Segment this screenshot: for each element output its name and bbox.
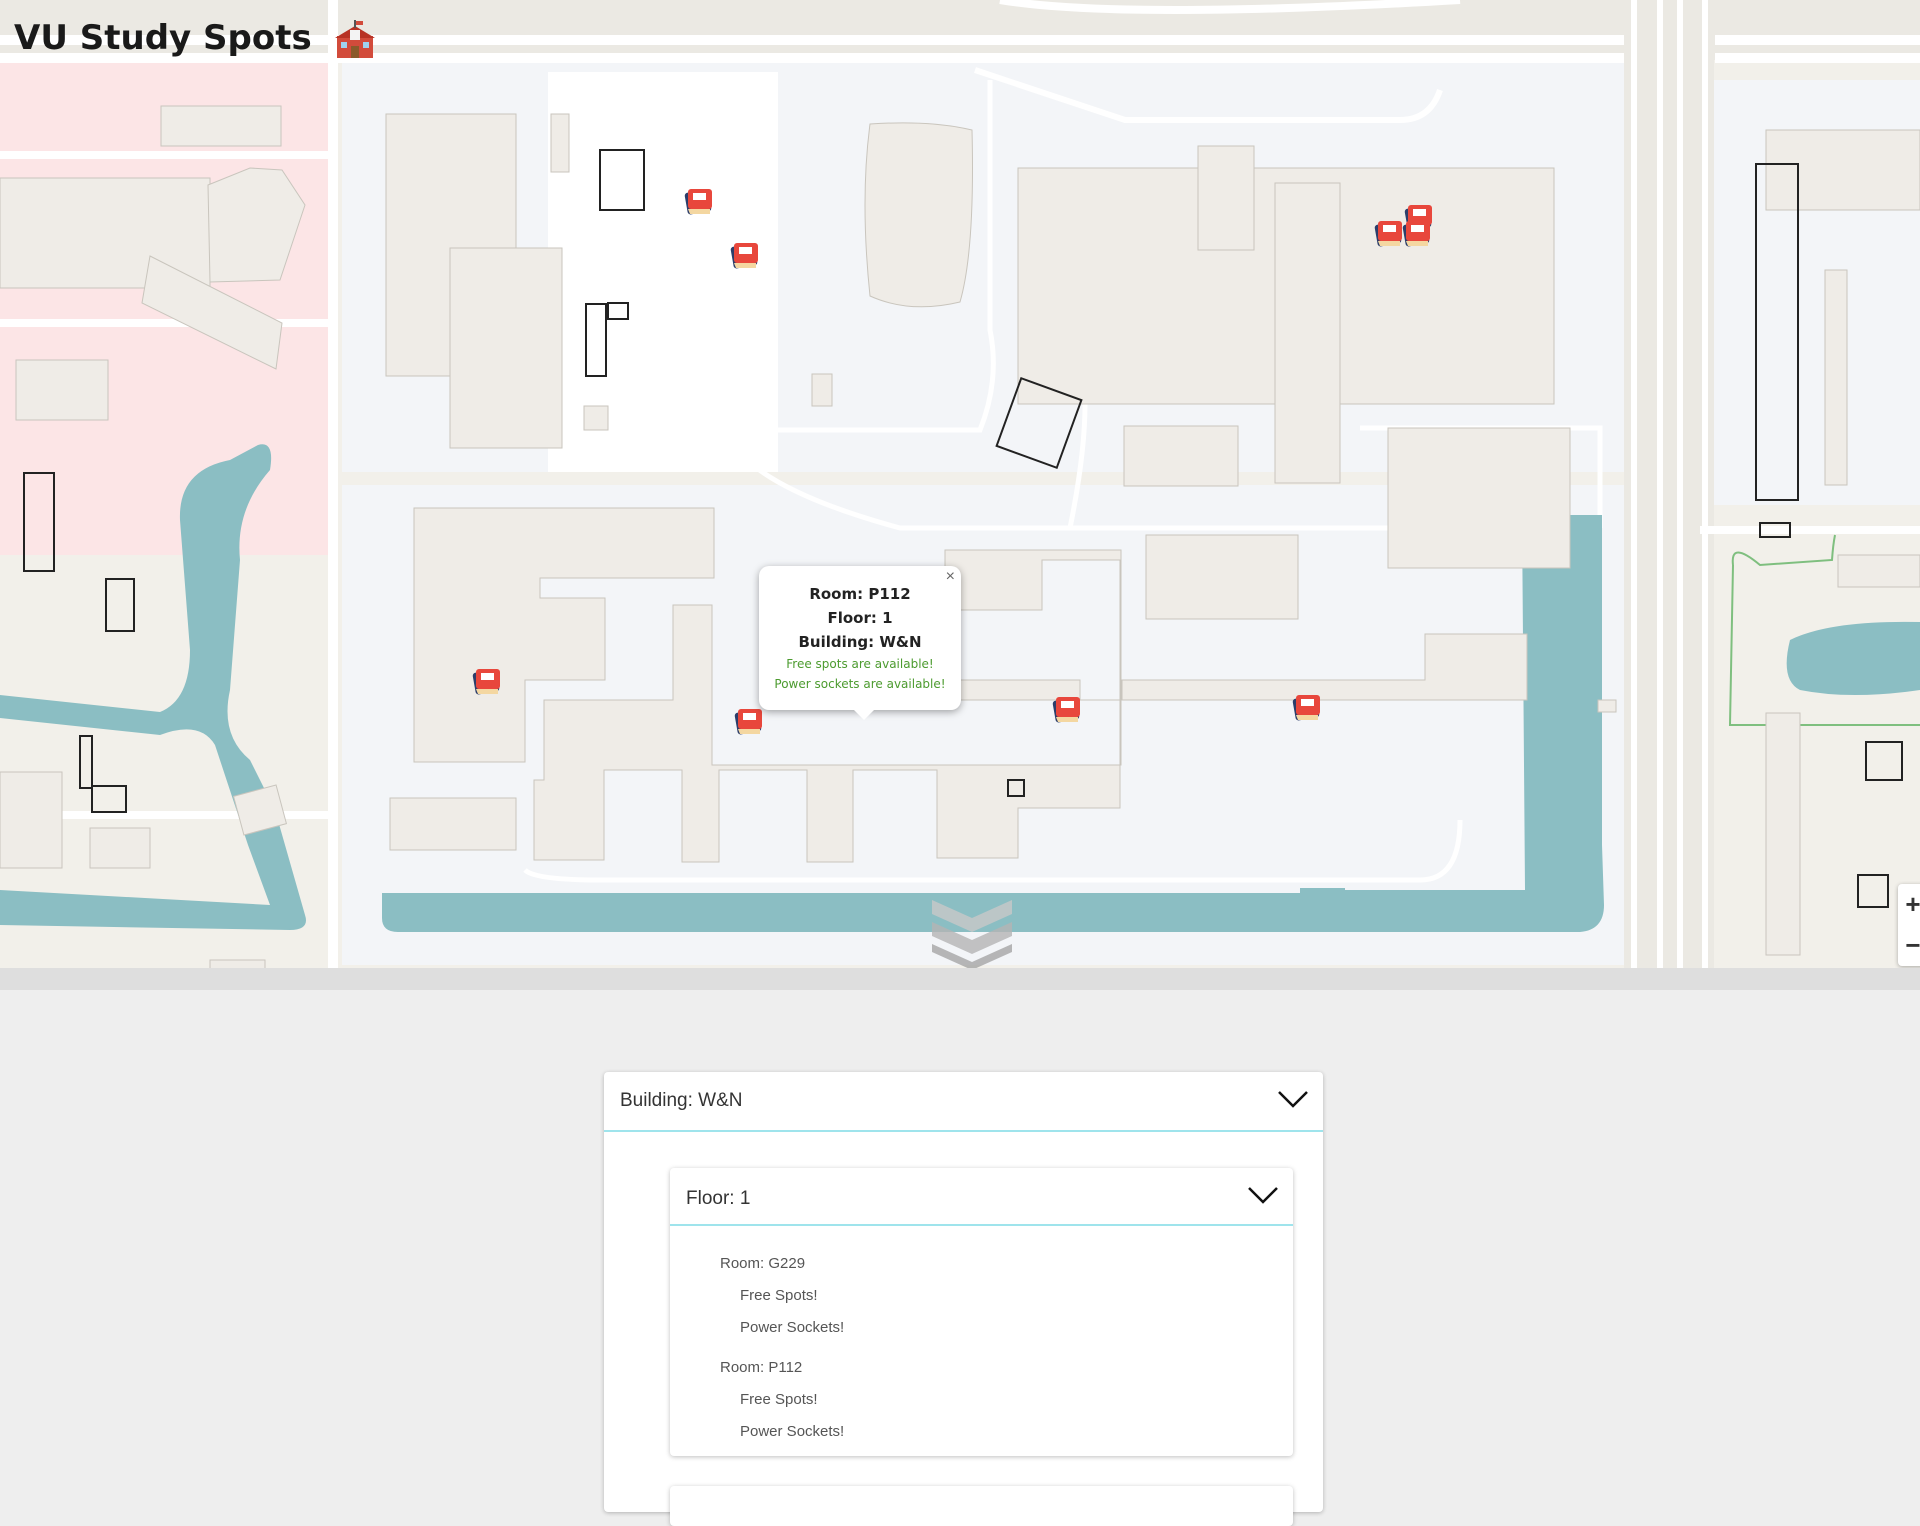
popup-floor: Floor: 1 xyxy=(827,609,893,627)
marker-books-icon[interactable] xyxy=(1398,214,1434,250)
zoom-out-button[interactable]: − xyxy=(1898,925,1920,966)
room-popup: × Room: P112 Floor: 1 Building: W&N Free… xyxy=(759,566,961,720)
marker-books-icon[interactable] xyxy=(1048,690,1084,726)
map-base xyxy=(0,0,1920,968)
chevron-down-icon[interactable] xyxy=(1277,1088,1309,1112)
building-accordion-header[interactable]: Building: W&N xyxy=(604,1072,1323,1132)
floor-accordion-header[interactable]: Floor: 1 xyxy=(670,1168,1293,1226)
chevron-down-icon[interactable] xyxy=(1247,1184,1279,1208)
popup-free-spots: Free spots are available! xyxy=(786,657,934,671)
map[interactable]: VU Study Spots × Room: P112 Floor: 1 Bui… xyxy=(0,0,1920,968)
room-free-spots: Free Spots! xyxy=(740,1391,818,1408)
list-item[interactable]: Room: P112 Free Spots! Power Sockets! xyxy=(720,1352,844,1448)
building-accordion: Building: W&N Floor: 1 Room: G229 Free S… xyxy=(604,1072,1323,1526)
app-title: VU Study Spots xyxy=(14,18,376,60)
floor-accordion: Floor: 1 Room: G229 Free Spots! Power So… xyxy=(670,1168,1293,1456)
double-chevron-down-icon[interactable] xyxy=(930,890,1014,968)
room-power-sockets: Power Sockets! xyxy=(740,1423,845,1440)
popup-power-sockets: Power sockets are available! xyxy=(774,677,946,691)
marker-books-icon[interactable] xyxy=(726,236,762,272)
building-label: Building: W&N xyxy=(620,1090,743,1111)
marker-books-icon[interactable] xyxy=(1288,688,1324,724)
room-name: Room: G229 xyxy=(720,1255,806,1272)
list-item[interactable]: Room: G229 Free Spots! Power Sockets! xyxy=(720,1248,844,1344)
popup-building: Building: W&N xyxy=(798,633,922,651)
marker-books-icon[interactable] xyxy=(468,662,504,698)
next-floor-accordion[interactable] xyxy=(670,1486,1293,1526)
app-title-text: VU Study Spots xyxy=(14,18,312,58)
popup-room: Room: P112 xyxy=(809,585,911,603)
room-free-spots: Free Spots! xyxy=(740,1287,818,1304)
zoom-control: + − xyxy=(1898,884,1920,966)
school-icon xyxy=(334,19,376,60)
marker-books-icon[interactable] xyxy=(680,182,716,218)
room-power-sockets: Power Sockets! xyxy=(740,1319,845,1336)
zoom-in-button[interactable]: + xyxy=(1898,884,1920,925)
room-name: Room: P112 xyxy=(720,1359,803,1376)
popup-close-button[interactable]: × xyxy=(946,568,955,586)
map-divider xyxy=(0,968,1920,990)
floor-label: Floor: 1 xyxy=(686,1188,751,1209)
marker-books-icon[interactable] xyxy=(730,702,766,738)
